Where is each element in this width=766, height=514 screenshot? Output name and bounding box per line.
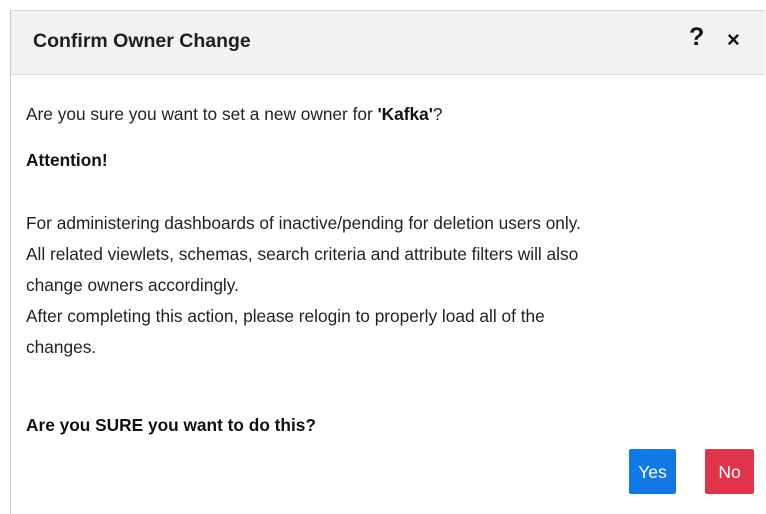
dialog-header: Confirm Owner Change ? × (11, 11, 765, 75)
message-line: After completing this action, please rel… (26, 306, 545, 326)
message-line: All related viewlets, schemas, search cr… (26, 244, 579, 264)
attention-heading: Attention! (26, 150, 108, 170)
yes-button[interactable]: Yes (629, 449, 676, 494)
attention-message: For administering dashboards of inactive… (26, 208, 746, 363)
confirm-owner-change-dialog: Confirm Owner Change ? × Are you sure yo… (10, 10, 765, 514)
message-line: change owners accordingly. (26, 275, 239, 295)
close-icon[interactable]: × (727, 29, 740, 51)
message-line: changes. (26, 337, 97, 357)
dialog-title: Confirm Owner Change (33, 30, 251, 52)
help-icon[interactable]: ? (689, 25, 704, 50)
question-target: 'Kafka' (377, 104, 433, 124)
question-suffix: ? (432, 104, 443, 124)
message-line: For administering dashboards of inactive… (26, 213, 581, 233)
confirmation-question: Are you sure you want to set a new owner… (26, 99, 443, 130)
no-button[interactable]: No (705, 449, 754, 494)
final-confirmation-question: Are you SURE you want to do this? (26, 415, 316, 435)
question-prefix: Are you sure you want to set a new owner… (26, 104, 378, 124)
